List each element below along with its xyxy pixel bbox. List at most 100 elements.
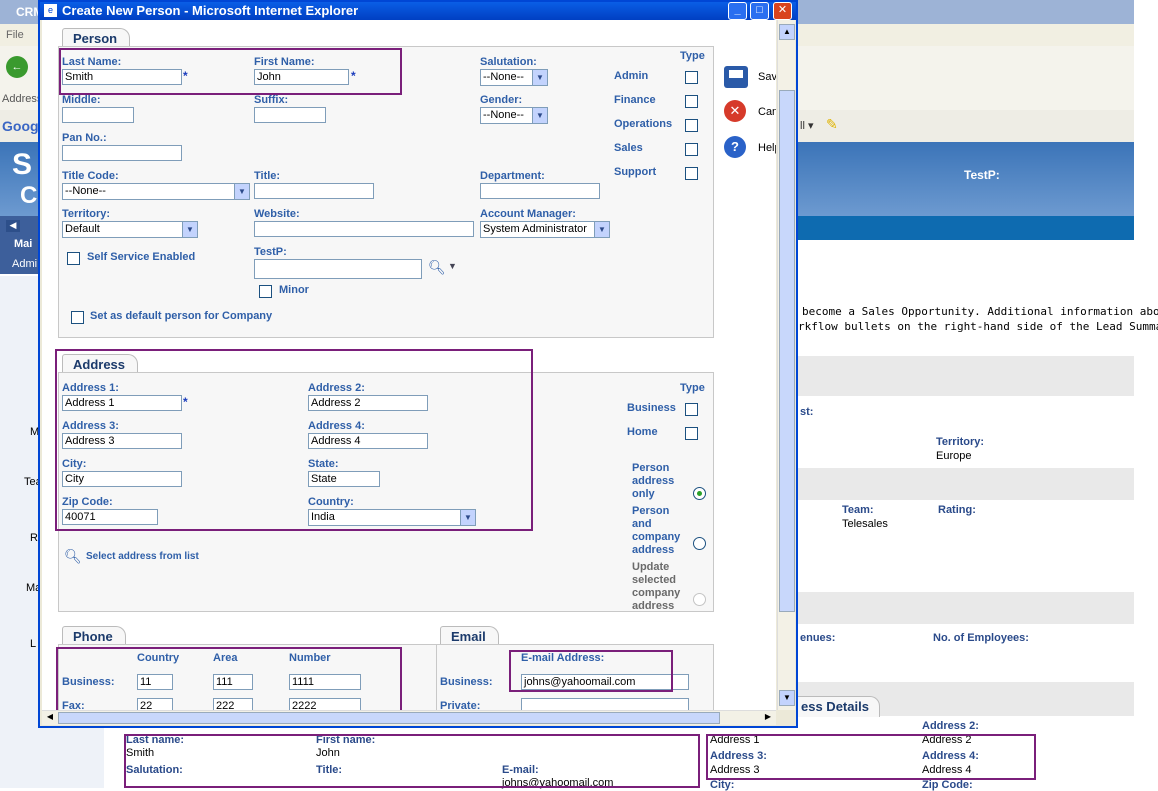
tab-person[interactable]: Person xyxy=(62,28,131,47)
name-highlight xyxy=(59,48,402,95)
gender-select[interactable]: --None-- ▼ xyxy=(480,107,548,124)
cancel-button[interactable]: Cancel xyxy=(758,106,776,118)
type-sales-checkbox[interactable] xyxy=(685,143,698,156)
bg-label-territory: Territory: xyxy=(936,436,985,448)
type-operations-checkbox[interactable] xyxy=(685,119,698,132)
close-icon[interactable]: ✕ xyxy=(773,2,792,20)
pan-field[interactable] xyxy=(62,145,182,161)
search-icon[interactable]: 🔍︎ xyxy=(64,548,82,565)
salutation-select[interactable]: --None-- ▼ xyxy=(480,69,548,86)
type-business-checkbox[interactable] xyxy=(685,403,698,416)
suffix-field[interactable] xyxy=(254,107,326,123)
save-button[interactable]: Save xyxy=(758,71,776,83)
phone-highlight xyxy=(56,647,402,710)
email-business-label: Business: xyxy=(440,676,493,688)
type-admin-checkbox[interactable] xyxy=(685,71,698,84)
type-finance-checkbox[interactable] xyxy=(685,95,698,108)
maximize-icon[interactable]: □ xyxy=(750,2,769,20)
minimize-icon[interactable]: _ xyxy=(728,2,747,20)
minor-label: Minor xyxy=(279,284,309,296)
middle-field[interactable] xyxy=(62,107,134,123)
back-icon[interactable]: ← xyxy=(6,56,28,78)
minor-checkbox[interactable] xyxy=(259,285,272,298)
title-label: Title: xyxy=(254,170,281,182)
ie-icon: e xyxy=(44,4,57,17)
account-manager-select[interactable]: System Administrator ▼ xyxy=(480,221,610,238)
option-text: Person xyxy=(632,462,670,474)
update-company-address-radio[interactable] xyxy=(693,593,706,606)
tab-phone-label: Phone xyxy=(73,629,113,644)
title-code-label: Title Code: xyxy=(62,170,119,182)
business-details-tab[interactable]: ess Details xyxy=(796,696,880,717)
website-field[interactable] xyxy=(254,221,474,237)
cancel-icon[interactable]: ✕ xyxy=(724,100,746,122)
background-left-nav: ◀ Mai Admi xyxy=(0,216,40,274)
chevron-down-icon: ▼ xyxy=(182,222,197,237)
option-text: selected xyxy=(632,574,677,586)
dialog-title-bar[interactable]: e Create New Person - Microsoft Internet… xyxy=(40,2,796,20)
title-code-value: --None-- xyxy=(65,185,106,197)
side-label-r[interactable]: R xyxy=(30,532,38,544)
person-company-address-radio[interactable] xyxy=(693,537,706,550)
hscroll-thumb[interactable] xyxy=(58,712,720,724)
business-details-tab-label: ess Details xyxy=(801,699,869,714)
email-private-field[interactable] xyxy=(521,698,689,710)
bg-value-territory: Europe xyxy=(936,450,972,462)
banner-letter-c: C xyxy=(20,182,38,209)
default-person-checkbox[interactable] xyxy=(71,311,84,324)
chevron-down-icon: ▼ xyxy=(532,70,547,85)
self-service-label: Self Service Enabled xyxy=(87,251,196,263)
sum-city-label: City: xyxy=(710,779,735,791)
nav-tab-main[interactable]: Mai xyxy=(14,238,32,250)
highlighter-icon[interactable]: ✎ xyxy=(826,116,838,133)
toolbar-dropdown-icon[interactable]: ll ▾ xyxy=(800,119,813,132)
title-code-select[interactable]: --None-- ▼ xyxy=(62,183,250,200)
bg-section-2 xyxy=(796,468,1134,500)
bg-label-team: Team: xyxy=(842,504,874,516)
type-support-checkbox[interactable] xyxy=(685,167,698,180)
gender-label: Gender: xyxy=(480,94,523,106)
vertical-scrollbar[interactable]: ▲ ▼ xyxy=(777,20,795,710)
info-line-2: rkflow bullets on the right-hand side of… xyxy=(798,320,1158,333)
tab-phone[interactable]: Phone xyxy=(62,626,126,645)
type-support-label: Support xyxy=(614,166,657,178)
option-text: address xyxy=(632,544,675,556)
bg-section-3 xyxy=(796,592,1134,624)
scroll-thumb[interactable] xyxy=(779,90,795,612)
self-service-checkbox[interactable] xyxy=(67,252,80,265)
help-icon[interactable]: ? xyxy=(724,136,746,158)
help-button[interactable]: Help xyxy=(758,142,776,154)
department-field[interactable] xyxy=(480,183,600,199)
nav-back-icon[interactable]: ◀ xyxy=(6,220,20,232)
default-person-label: Set as default person for Company xyxy=(90,310,273,322)
title-field[interactable] xyxy=(254,183,374,199)
bg-label-revenues: enues: xyxy=(800,632,836,644)
scroll-down-icon[interactable]: ▼ xyxy=(779,690,795,706)
bg-label-employees: No. of Employees: xyxy=(933,632,1029,644)
nav-tab-admin[interactable]: Admi xyxy=(12,258,37,270)
tab-email[interactable]: Email xyxy=(440,626,499,645)
horizontal-scrollbar[interactable]: ◀ ▶ xyxy=(42,710,776,725)
address-type-label: Type xyxy=(680,382,705,394)
info-line-1: become a Sales Opportunity. Additional i… xyxy=(802,305,1158,318)
scroll-right-icon[interactable]: ▶ xyxy=(762,711,774,723)
chevron-down-icon[interactable]: ▼ xyxy=(448,261,457,271)
testp-field[interactable] xyxy=(254,259,422,279)
territory-label: Territory: xyxy=(62,208,111,220)
address-label: Address xyxy=(2,93,43,105)
scroll-left-icon[interactable]: ◀ xyxy=(44,711,56,723)
save-icon[interactable] xyxy=(724,66,748,88)
scroll-up-icon[interactable]: ▲ xyxy=(779,24,795,40)
account-manager-label: Account Manager: xyxy=(480,208,576,220)
search-icon[interactable]: 🔍︎ xyxy=(428,259,446,276)
option-text: only xyxy=(632,488,655,500)
side-label-l[interactable]: L xyxy=(30,638,36,650)
territory-select[interactable]: Default ▼ xyxy=(62,221,198,238)
option-text: Update xyxy=(632,561,670,573)
option-text: and xyxy=(632,518,652,530)
person-address-only-radio[interactable] xyxy=(693,487,706,500)
type-home-checkbox[interactable] xyxy=(685,427,698,440)
menu-file[interactable]: File xyxy=(6,29,24,41)
chevron-down-icon: ▼ xyxy=(594,222,609,237)
select-address-link[interactable]: Select address from list xyxy=(86,551,199,562)
